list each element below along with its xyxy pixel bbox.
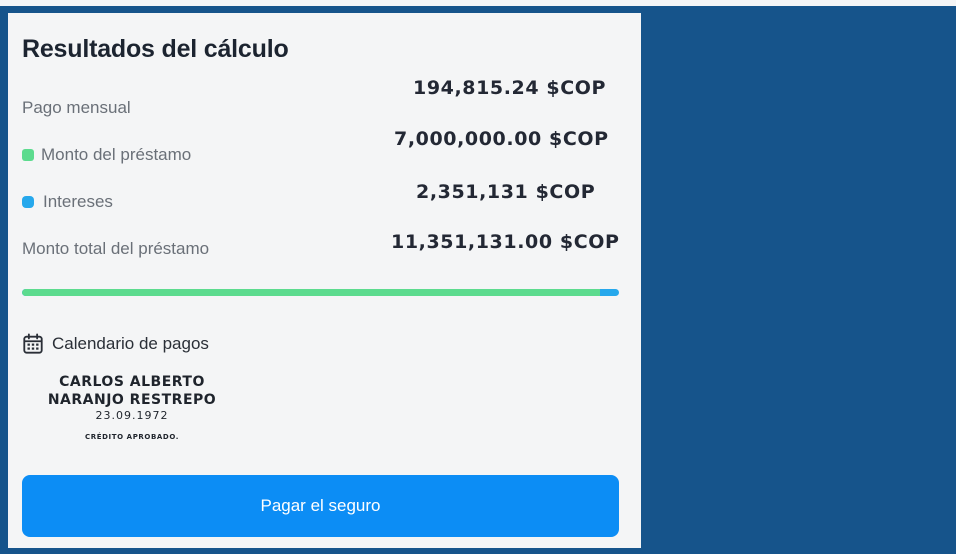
- interest-value: 2,351,131 $COP: [416, 181, 596, 203]
- calendar-icon: [23, 333, 43, 354]
- holder-name-line1: CARLOS ALBERTO: [59, 374, 205, 390]
- top-band: [0, 0, 956, 6]
- monthly-payment-label: Pago mensual: [22, 98, 131, 117]
- payment-schedule-label: Calendario de pagos: [52, 334, 209, 353]
- loan-amount-value: 7,000,000.00 $COP: [394, 128, 609, 150]
- credit-status: CRÉDITO APROBADO.: [85, 433, 179, 441]
- breakdown-bar: [22, 289, 619, 296]
- interest-label: Intereses: [22, 192, 113, 212]
- results-title: Resultados del cálculo: [22, 35, 289, 63]
- monthly-payment-value: 194,815.24 $COP: [413, 77, 607, 99]
- interest-legend-dot: [22, 196, 34, 208]
- loan-amount-label: Monto del préstamo: [22, 145, 191, 165]
- holder-info: CARLOS ALBERTO NARANJO RESTREPO 23.09.19…: [34, 373, 230, 441]
- holder-name-line2: NARANJO RESTREPO: [47, 392, 217, 408]
- total-amount-value: 11,351,131.00 $COP: [391, 231, 620, 253]
- principal-portion: [22, 289, 601, 296]
- loan-amount-legend-dot: [22, 149, 34, 161]
- pay-insurance-button[interactable]: Pagar el seguro: [22, 475, 619, 537]
- holder-date: 23.09.1972: [95, 409, 169, 422]
- results-card: Resultados del cálculo Pago mensual 194,…: [8, 13, 641, 548]
- payment-schedule-link[interactable]: Calendario de pagos: [22, 333, 209, 355]
- total-amount-label: Monto total del préstamo: [22, 239, 210, 258]
